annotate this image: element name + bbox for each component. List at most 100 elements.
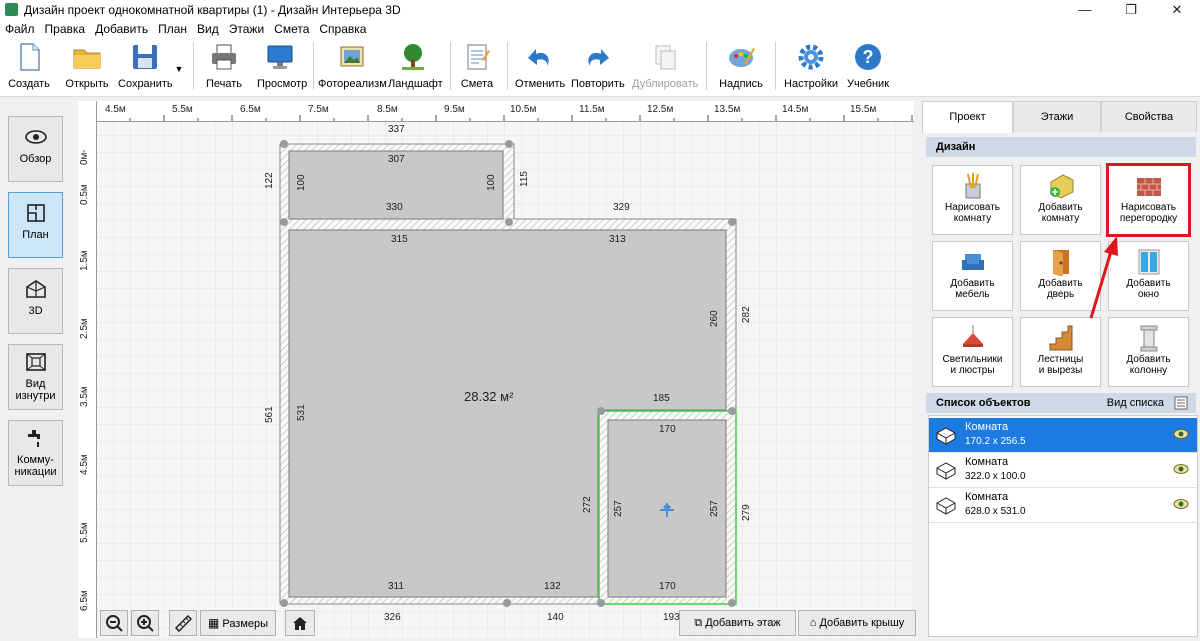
menu-help[interactable]: Справка [314,20,371,38]
window-title: Дизайн проект однокомнатной квартиры (1)… [24,3,401,17]
draw-partition-button[interactable]: Нарисовать перегородку [1106,163,1191,237]
design-header: Дизайн [926,137,1196,157]
save-button[interactable]: Сохранить [118,42,173,92]
save-dropdown-button[interactable]: ▼ [174,42,184,92]
app-icon [5,3,18,16]
dim-label: 337 [388,124,405,135]
floorplan-icon [24,201,48,225]
dim-label: 282 [741,306,752,323]
home-button[interactable] [285,610,315,636]
zoom-in-button[interactable] [131,610,159,636]
menu-edit[interactable]: Правка [40,20,91,38]
dim-label: 311 [388,581,404,592]
open-button[interactable]: Открыть [62,42,112,92]
armchair-icon [959,248,987,276]
photoreal-button[interactable]: Фотореализм [318,42,387,92]
toolbar-separator [313,42,314,90]
stairs-button[interactable]: Лестницы и вырезы [1020,317,1101,387]
menu-plan[interactable]: План [153,20,192,38]
lights-button[interactable]: Светильники и люстры [932,317,1013,387]
restore-button[interactable]: ❐ [1108,0,1154,20]
duplicate-button[interactable]: Дублировать [632,42,698,92]
add-furniture-button[interactable]: Добавить мебель [932,241,1013,311]
room-inside-icon [24,350,48,374]
estimate-button[interactable]: Смета [460,42,494,92]
ruler-label: 9.5м [444,104,465,115]
redo-icon [582,42,612,72]
menu-file[interactable]: Файл [0,20,40,38]
dim-label: 315 [391,234,408,245]
dim-label: 100 [296,174,307,191]
list-item[interactable]: Комната 170.2 x 256.5 [929,418,1197,453]
visibility-eye-icon[interactable] [1173,428,1189,440]
notepad-icon [462,42,492,72]
preview-button[interactable]: Просмотр [257,42,307,92]
new-file-icon [14,42,44,72]
objects-header: Список объектов Вид списка [926,393,1196,413]
ruler-label: 3.5м [79,386,90,407]
measure-button[interactable] [169,610,197,636]
list-item[interactable]: Комната 322.0 x 100.0 [929,453,1197,488]
redo-button[interactable]: Повторить [571,42,625,92]
visibility-eye-icon[interactable] [1173,498,1189,510]
list-view-icon[interactable] [1174,396,1188,417]
column-icon [1135,324,1163,352]
list-view-label[interactable]: Вид списка [1107,393,1164,413]
close-button[interactable]: ✕ [1154,0,1200,20]
tab-properties[interactable]: Свойства [1101,101,1197,132]
tree-icon [398,42,428,72]
add-floor-button[interactable]: ⧉ Добавить этаж [679,610,796,636]
minimize-button[interactable]: — [1062,0,1108,20]
tutorial-button[interactable]: ? Учебник [846,42,890,92]
sizes-button[interactable]: ▦ Размеры [200,610,276,636]
dim-label: 122 [264,172,275,189]
menu-estimate[interactable]: Смета [269,20,314,38]
add-roof-button[interactable]: ⌂ Добавить крышу [798,610,916,636]
chevron-down-icon: ▼ [174,64,184,74]
dim-label: 313 [609,234,626,245]
photo-icon [337,42,367,72]
menu-floors[interactable]: Этажи [224,20,269,38]
landscape-button[interactable]: Ландшафт [388,42,443,92]
menu-bar: Файл Правка Добавить План Вид Этажи Смет… [0,20,1200,38]
duplicate-icon [650,42,680,72]
room-area-label: 28.32 м² [464,389,514,404]
grid-icon: ▦ [207,616,220,630]
tab-project[interactable]: Проект [922,101,1013,133]
room-icon [935,495,957,515]
dim-label: 531 [296,404,307,421]
list-item[interactable]: Комната 628.0 x 531.0 [929,488,1197,523]
settings-button[interactable]: Настройки [784,42,838,92]
undo-icon [525,42,555,72]
zoom-out-button[interactable] [100,610,128,636]
zoom-in-icon [137,615,154,632]
draw-room-button[interactable]: Нарисовать комнату [932,165,1013,235]
communications-button[interactable]: Комму- никации [8,420,63,486]
dim-label: 170 [659,581,676,592]
menu-view[interactable]: Вид [192,20,224,38]
create-button[interactable]: Создать [8,42,50,92]
add-door-button[interactable]: Добавить дверь [1020,241,1101,311]
tab-floors[interactable]: Этажи [1013,101,1101,132]
plan-button[interactable]: План [8,192,63,258]
undo-button[interactable]: Отменить [515,42,565,92]
home-icon [293,617,307,630]
menu-add[interactable]: Добавить [90,20,153,38]
add-room-button[interactable]: Добавить комнату [1020,165,1101,235]
window-controls: — ❐ ✕ [1062,0,1200,20]
plan-canvas[interactable]: 337 307 122 100 100 115 330 329 315 313 … [78,101,914,638]
ruler-label: 0.5м [79,184,90,205]
add-column-button[interactable]: Добавить колонну [1108,317,1189,387]
gear-icon [796,42,826,72]
add-window-button[interactable]: Добавить окно [1108,241,1189,311]
brick-wall-icon [1135,172,1163,200]
caption-button[interactable]: Надпись [718,42,764,92]
ruler-label: 14.5м [782,104,809,115]
inside-view-button[interactable]: Вид изнутри [8,344,63,410]
add-floor-icon: ⧉ [694,617,703,629]
overview-button[interactable]: Обзор [8,116,63,182]
svg-text:?: ? [863,47,874,67]
view-3d-button[interactable]: 3D [8,268,63,334]
print-button[interactable]: Печать [203,42,245,92]
visibility-eye-icon[interactable] [1173,463,1189,475]
